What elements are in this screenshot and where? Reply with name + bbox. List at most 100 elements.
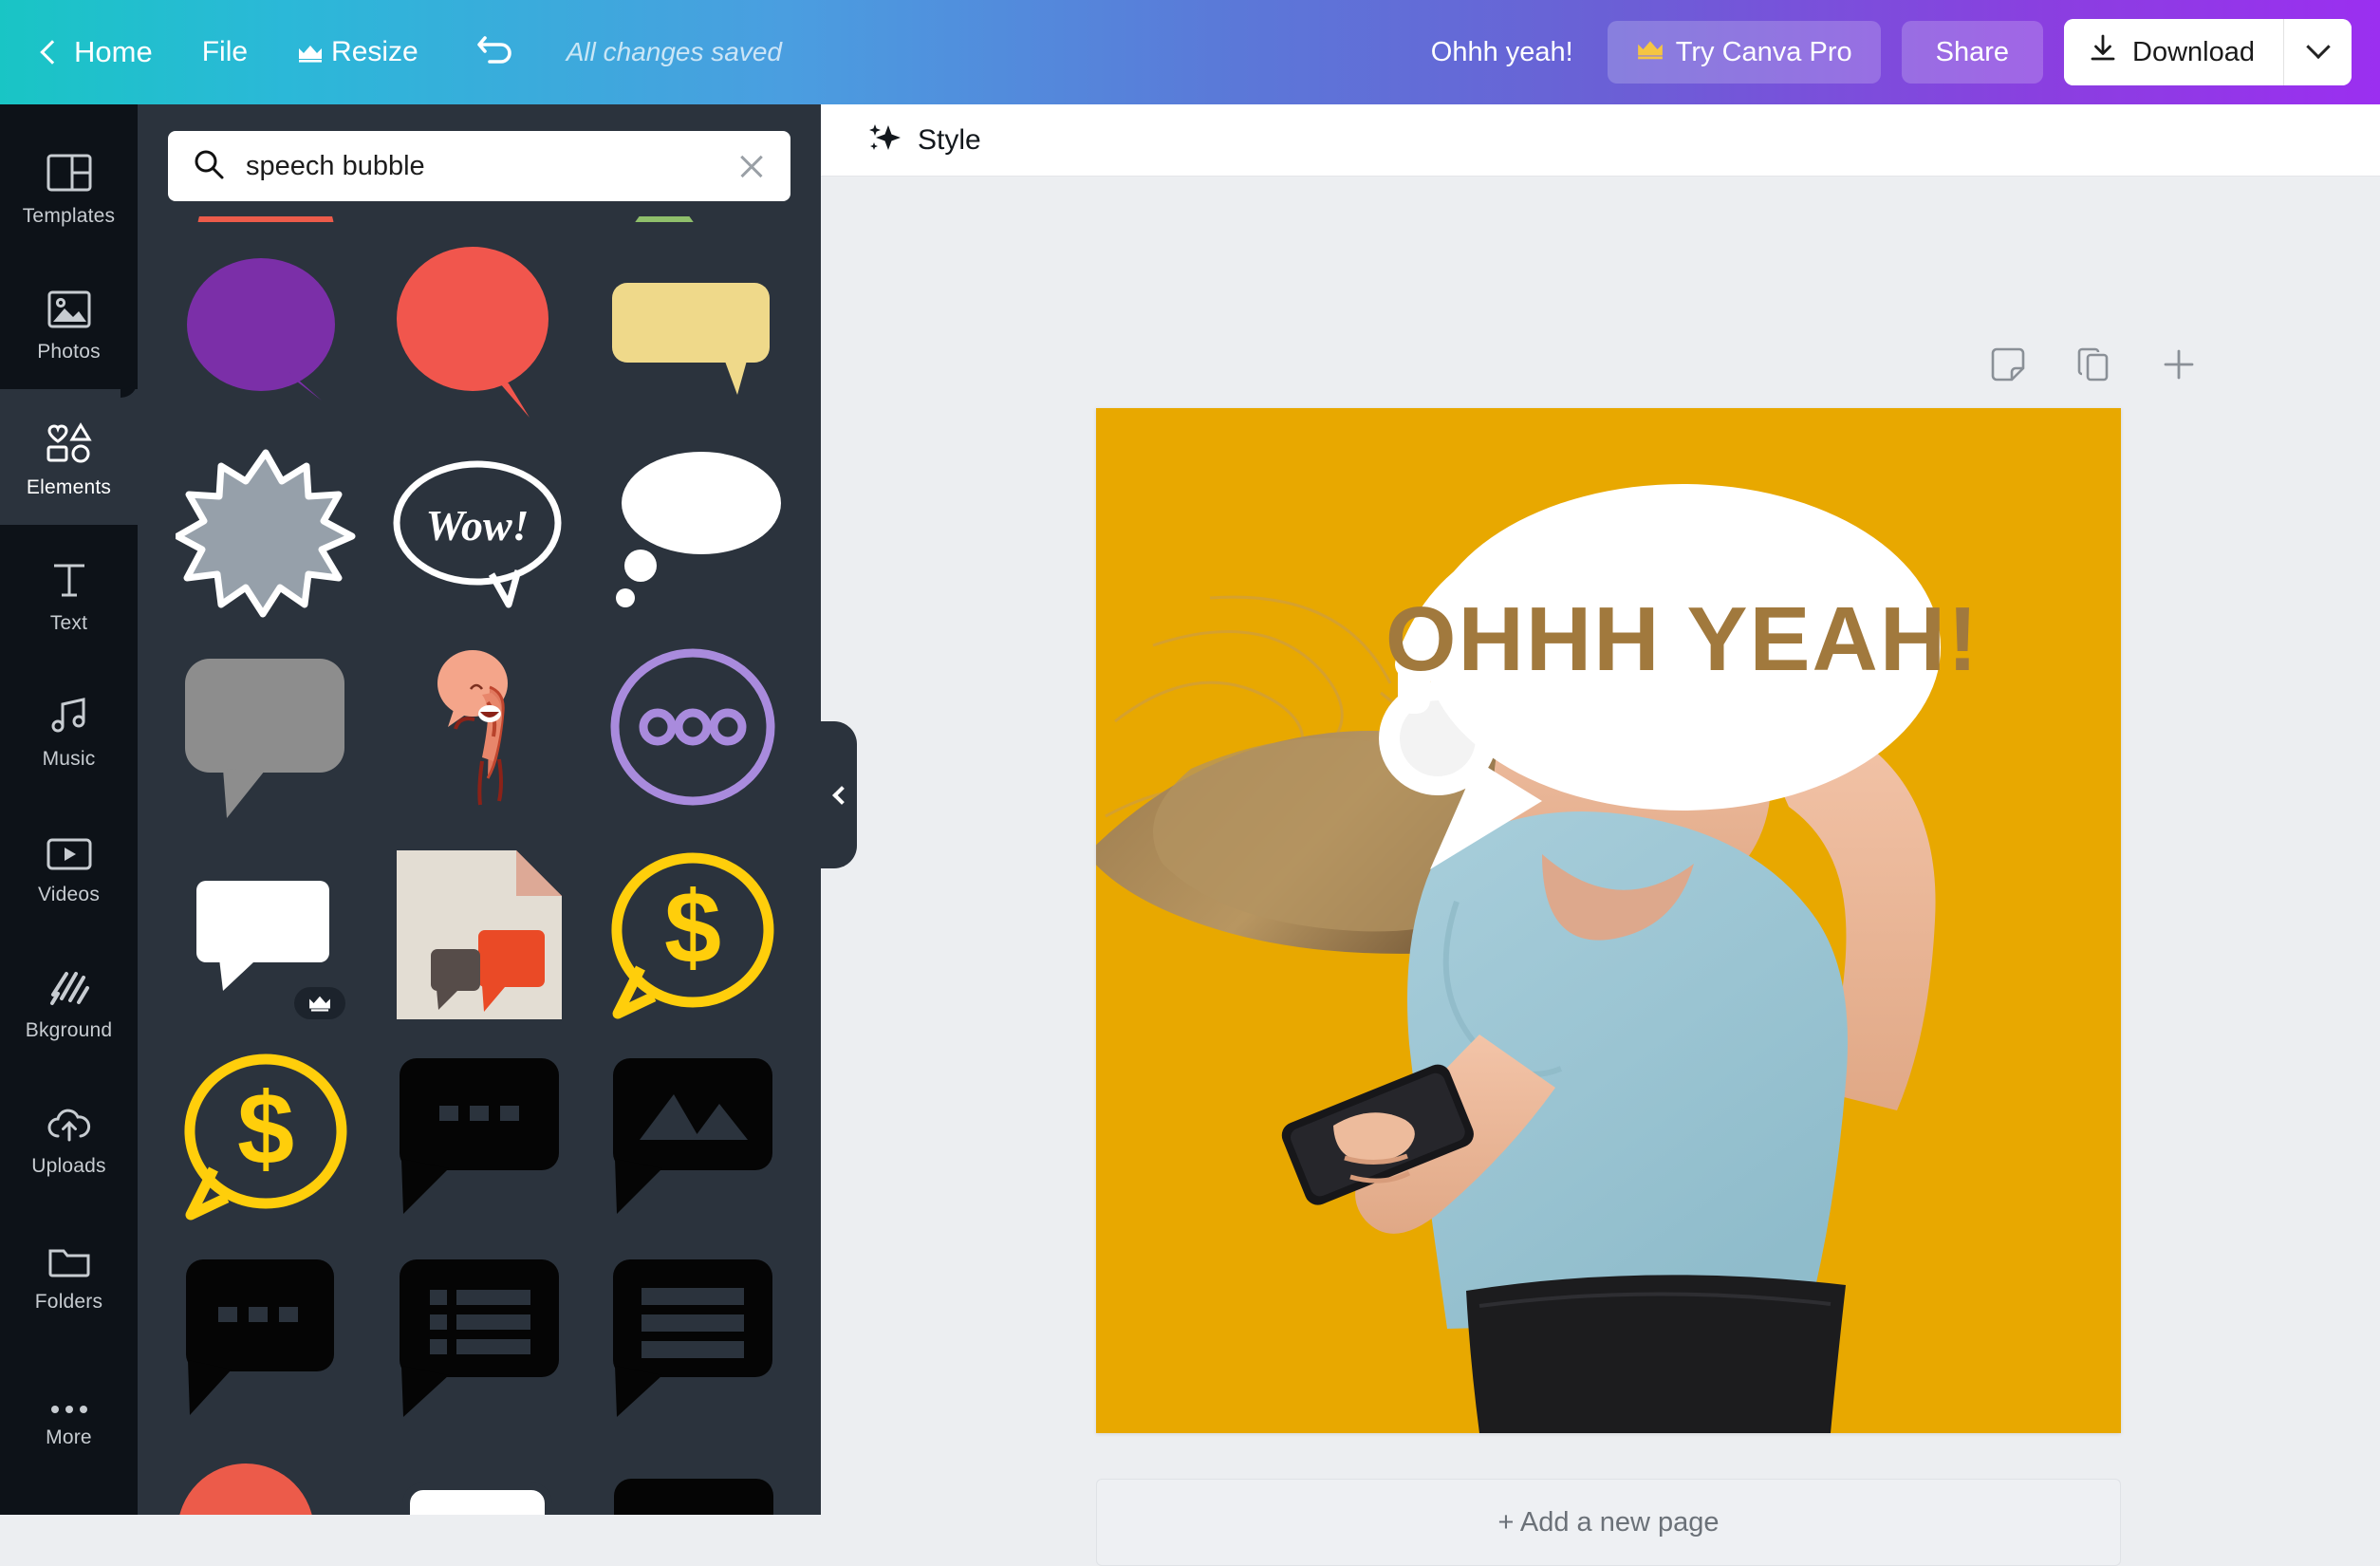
sidebar-item-photos[interactable]: Photos [0,253,138,389]
resize-label: Resize [331,36,418,67]
clear-search-icon[interactable] [737,152,766,180]
text-icon [48,551,90,601]
sidebar-item-more[interactable]: More [0,1339,138,1475]
top-bar-right-group: Ohhh yeah! Try Canva Pro Share Download [1431,0,2380,104]
canvas-stage: Style OHHH YEAH! + Add a new page [821,104,2380,1566]
element-tile-red-circle-partial[interactable] [168,1446,364,1515]
sidebar-item-text[interactable]: Text [0,525,138,661]
element-tile-black-dots-bubble[interactable] [381,1044,578,1228]
download-button[interactable]: Download [2064,19,2283,85]
duplicate-icon[interactable] [2073,344,2114,385]
svg-text:$: $ [664,869,721,984]
search-icon [193,148,225,185]
sidebar-item-music[interactable]: Music [0,661,138,796]
element-tile-black-lines-bubble[interactable] [594,1245,790,1429]
more-dots-icon [48,1366,90,1415]
save-status: All changes saved [566,37,783,66]
folders-icon [46,1230,92,1279]
photos-icon [46,280,92,329]
element-tile-starburst-bubble[interactable] [168,440,364,625]
element-tile-thought-bubble[interactable] [594,440,790,625]
sidebar-label: Photos [37,340,101,363]
add-new-page-label: + Add a new page [1497,1506,1720,1538]
home-button[interactable]: Home [0,0,177,104]
element-tile-black-rounded-partial[interactable] [594,1446,790,1515]
sidebar-item-bkground[interactable]: Bkground [0,932,138,1068]
canvas-page-tools [1987,344,2200,385]
sidebar-label: Templates [22,204,116,227]
element-tile-black-dots-bubble-2[interactable] [168,1245,364,1429]
sidebar-item-templates[interactable]: Templates [0,118,138,253]
design-bubble-text: OHHH YEAH! [1385,588,1980,690]
share-label: Share [1935,36,2010,67]
element-tile-dots-outline-bubble[interactable] [594,642,790,826]
sidebar: Templates Photos Elements Text Music Vid… [0,104,138,1515]
resize-button[interactable]: Resize [272,0,443,104]
templates-icon [46,144,93,194]
sidebar-label: Videos [37,883,101,905]
document-title[interactable]: Ohhh yeah! [1431,37,1573,68]
sidebar-label: Elements [26,475,112,498]
element-tile-brush-bubble[interactable] [168,843,364,1027]
videos-icon [46,823,93,872]
share-button[interactable]: Share [1901,21,2044,84]
notes-icon[interactable] [1987,344,2029,385]
uploads-icon [46,1094,93,1144]
download-arrow-icon [2089,33,2117,71]
style-toolbar: Style [821,104,2380,177]
sidebar-item-folders[interactable]: Folders [0,1203,138,1339]
try-canva-pro-button[interactable]: Try Canva Pro [1607,21,1881,84]
sparkle-icon [866,120,902,160]
add-new-page-button[interactable]: + Add a new page [1096,1479,2121,1566]
search-input[interactable] [246,150,716,182]
element-tile-dollar-bubble-2[interactable]: $ [168,1044,364,1228]
music-icon [47,687,91,736]
element-tile[interactable] [594,216,790,222]
crown-icon [1636,37,1664,68]
download-label: Download [2132,36,2255,67]
svg-text:Wow!: Wow! [425,501,529,550]
undo-arrow-icon [475,30,519,75]
file-menu-button[interactable]: File [177,0,272,104]
element-tile-yellow-bubble[interactable] [594,239,790,423]
element-tile-dollar-bubble[interactable]: $ [594,843,790,1027]
sidebar-label: Folders [34,1290,103,1313]
sidebar-item-videos[interactable]: Videos [0,796,138,932]
element-tile-bacon-character[interactable] [381,642,578,826]
element-tile[interactable] [381,216,578,222]
home-label: Home [74,35,153,68]
svg-text:$: $ [237,1071,294,1185]
element-tile-chat-document[interactable] [381,843,578,1027]
add-page-icon[interactable] [2158,344,2200,385]
download-button-group: Download [2064,19,2352,85]
element-tile-white-rounded-partial[interactable] [381,1446,578,1515]
undo-button[interactable] [443,30,551,75]
element-tile-gray-bubble[interactable] [168,642,364,826]
sidebar-label: Text [49,611,88,634]
element-tile-red-bubble[interactable] [381,239,578,423]
download-options-button[interactable] [2283,19,2352,85]
element-tile-purple-bubble[interactable] [168,239,364,423]
collapse-panel-button[interactable] [821,721,857,868]
try-canva-pro-label: Try Canva Pro [1675,36,1852,67]
sidebar-item-uploads[interactable]: Uploads [0,1068,138,1203]
pro-badge [293,987,345,1019]
sidebar-label: Music [42,747,96,770]
element-tile-wow-bubble[interactable]: Wow! [381,440,578,625]
elements-panel: Wow! [138,104,821,1515]
design-artwork: OHHH YEAH! [1096,408,2121,1433]
chevron-left-icon [831,785,851,805]
sidebar-item-elements[interactable]: Elements [0,389,138,525]
design-page[interactable]: OHHH YEAH! [1096,408,2121,1433]
sidebar-label: More [46,1426,92,1448]
element-tile-black-list-bubble[interactable] [381,1245,578,1429]
search-area [138,104,821,201]
search-box[interactable] [168,131,790,201]
sidebar-label: Bkground [25,1018,113,1041]
elements-results-grid[interactable]: Wow! $ $ [138,216,821,1515]
top-bar-left-group: Home File Resize All changes saved [0,0,782,104]
file-label: File [201,36,249,67]
crown-icon [297,43,323,63]
element-tile[interactable] [168,216,364,222]
element-tile-black-image-bubble[interactable] [594,1044,790,1228]
